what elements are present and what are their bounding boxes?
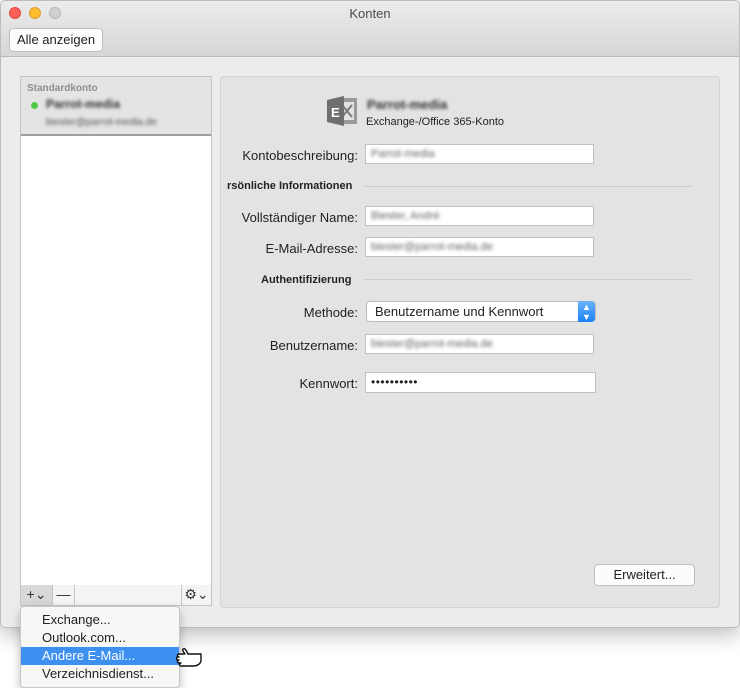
account-name: Parrot-media bbox=[367, 97, 448, 112]
add-account-menu: Exchange... Outlook.com... Andere E-Mail… bbox=[20, 606, 180, 688]
authentication-heading: Authentifizierung bbox=[261, 274, 352, 286]
email-field[interactable]: biester@parrot-media.de bbox=[365, 237, 594, 257]
sidebar-account-email: biester@parrot-media.de bbox=[46, 117, 157, 128]
pointing-hand-cursor-icon bbox=[175, 648, 202, 667]
status-online-icon bbox=[31, 102, 38, 109]
username-label: Benutzername: bbox=[269, 338, 358, 353]
account-type: Exchange-/Office 365-Konto bbox=[366, 116, 504, 128]
menu-item-directory-service[interactable]: Verzeichnisdienst... bbox=[21, 665, 179, 683]
title-bar: Konten Alle anzeigen bbox=[1, 1, 739, 57]
fullname-label: Vollständiger Name: bbox=[241, 210, 358, 225]
gear-icon[interactable]: ⚙⌄ bbox=[181, 585, 211, 605]
password-label: Kennwort: bbox=[299, 376, 358, 391]
exchange-logo-icon: E bbox=[327, 96, 357, 126]
divider bbox=[364, 186, 693, 187]
window-title: Konten bbox=[349, 6, 391, 21]
add-account-button[interactable]: +⌄ bbox=[21, 585, 53, 605]
account-list-item-selected[interactable]: Standardkonto Parrot-media biester@parro… bbox=[21, 77, 211, 136]
method-label: Methode: bbox=[303, 305, 358, 320]
remove-account-button[interactable]: — bbox=[53, 585, 75, 605]
default-account-label: Standardkonto bbox=[27, 83, 98, 94]
account-list-toolbar: +⌄ — ⚙⌄ bbox=[20, 585, 212, 606]
menu-item-other-email[interactable]: Andere E-Mail... bbox=[21, 647, 179, 665]
advanced-button[interactable]: Erweitert... bbox=[594, 564, 695, 586]
select-arrows-icon: ▲ ▼ bbox=[578, 301, 595, 322]
personal-info-heading: rsönliche Informationen bbox=[227, 180, 353, 192]
username-value: biester@parrot-media.de bbox=[371, 338, 493, 350]
svg-text:E: E bbox=[331, 105, 340, 120]
password-field[interactable]: •••••••••• bbox=[365, 372, 596, 393]
method-select[interactable]: Benutzername und Kennwort ▲ ▼ bbox=[366, 301, 596, 322]
email-value: biester@parrot-media.de bbox=[371, 241, 493, 253]
fullname-value: Biester, André bbox=[371, 210, 440, 222]
description-value: Parrot-media bbox=[371, 148, 435, 160]
username-field[interactable]: biester@parrot-media.de bbox=[365, 334, 594, 354]
description-field[interactable]: Parrot-media bbox=[365, 144, 594, 164]
menu-item-exchange[interactable]: Exchange... bbox=[21, 611, 179, 629]
email-label: E-Mail-Adresse: bbox=[265, 241, 358, 256]
method-value: Benutzername und Kennwort bbox=[375, 304, 544, 319]
fullname-field[interactable]: Biester, André bbox=[365, 206, 594, 226]
show-all-button[interactable]: Alle anzeigen bbox=[9, 28, 104, 52]
description-label: Kontobeschreibung: bbox=[242, 148, 358, 163]
sidebar-account-name: Parrot-media bbox=[46, 97, 121, 111]
divider bbox=[364, 279, 693, 280]
menu-item-outlook[interactable]: Outlook.com... bbox=[21, 629, 179, 647]
